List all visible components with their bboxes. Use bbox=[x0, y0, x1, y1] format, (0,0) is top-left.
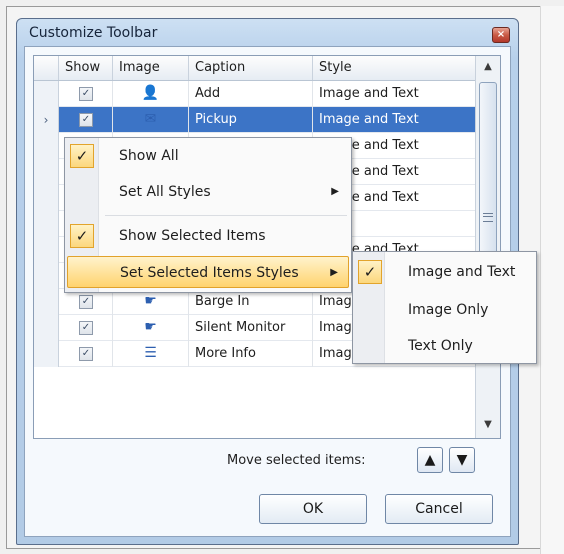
style-cell[interactable]: Image and Text bbox=[313, 81, 477, 107]
column-header-style[interactable]: Style bbox=[313, 56, 477, 80]
scroll-down-icon[interactable]: ▼ bbox=[476, 414, 500, 436]
show-checkbox[interactable]: ✓ bbox=[79, 321, 93, 335]
column-header-caption[interactable]: Caption bbox=[189, 56, 313, 80]
background-pane bbox=[540, 6, 564, 554]
styles-submenu: ✓ Image and Text Image Only Text Only bbox=[352, 251, 537, 364]
caption-cell[interactable]: Silent Monitor bbox=[189, 315, 313, 341]
show-cell[interactable]: ✓ bbox=[59, 81, 113, 107]
header-indicator-cell bbox=[34, 56, 59, 80]
caption-cell[interactable]: Pickup bbox=[189, 107, 313, 133]
show-cell[interactable]: ✓ bbox=[59, 315, 113, 341]
submenu-item-text-only[interactable]: Text Only bbox=[355, 330, 534, 362]
submenu-item-image-only[interactable]: Image Only bbox=[355, 294, 534, 326]
ok-button[interactable]: OK bbox=[259, 494, 367, 524]
grip-icon bbox=[483, 213, 493, 222]
show-cell[interactable]: ✓ bbox=[59, 341, 113, 367]
more-info-icon: ☰ bbox=[144, 345, 157, 361]
column-header-show[interactable]: Show bbox=[59, 56, 113, 80]
show-cell[interactable]: ✓ bbox=[59, 107, 113, 133]
column-header-image[interactable]: Image bbox=[113, 56, 189, 80]
arrow-up-icon: ▲ bbox=[424, 452, 436, 468]
barge-in-icon: ☛ bbox=[144, 293, 157, 309]
submenu-item-label: Image Only bbox=[408, 302, 489, 318]
menu-item-show-selected-items[interactable]: ✓ Show Selected Items bbox=[67, 220, 349, 252]
menu-item-label: Set All Styles bbox=[119, 184, 211, 200]
table-row[interactable]: › ✓ ✉ Pickup Image and Text bbox=[34, 107, 477, 133]
row-indicator[interactable] bbox=[34, 185, 59, 211]
row-indicator[interactable] bbox=[34, 81, 59, 107]
menu-item-set-selected-items-styles[interactable]: Set Selected Items Styles ▶ bbox=[67, 256, 349, 288]
show-checkbox[interactable]: ✓ bbox=[79, 295, 93, 309]
row-indicator[interactable] bbox=[34, 237, 59, 263]
checkmark-icon: ✓ bbox=[70, 144, 94, 168]
close-icon: × bbox=[496, 29, 506, 40]
dialog-titlebar[interactable]: Customize Toolbar × bbox=[17, 19, 518, 47]
row-indicator[interactable] bbox=[34, 289, 59, 315]
menu-item-label: Set Selected Items Styles bbox=[120, 265, 299, 281]
table-row[interactable]: ✓ 👤 Add Image and Text bbox=[34, 81, 477, 107]
show-checkbox[interactable]: ✓ bbox=[79, 113, 93, 127]
checkmark-icon: ✓ bbox=[70, 224, 94, 248]
arrow-down-icon: ▼ bbox=[456, 452, 468, 468]
submenu-arrow-icon: ▶ bbox=[331, 186, 339, 197]
image-cell: ☛ bbox=[113, 315, 189, 341]
menu-item-set-all-styles[interactable]: Set All Styles ▶ bbox=[67, 176, 349, 208]
row-indicator[interactable] bbox=[34, 263, 59, 289]
submenu-item-label: Image and Text bbox=[408, 264, 516, 280]
pickup-icon: ✉ bbox=[144, 111, 157, 127]
scroll-up-icon[interactable]: ▲ bbox=[476, 56, 500, 78]
menu-separator bbox=[105, 215, 347, 216]
row-indicator[interactable] bbox=[34, 341, 59, 367]
show-checkbox[interactable]: ✓ bbox=[79, 347, 93, 361]
caption-cell[interactable]: More Info bbox=[189, 341, 313, 367]
row-indicator[interactable] bbox=[34, 211, 59, 237]
image-cell: ☰ bbox=[113, 341, 189, 367]
close-button[interactable]: × bbox=[492, 27, 510, 43]
style-cell[interactable]: Image and Text bbox=[313, 107, 477, 133]
submenu-arrow-icon: ▶ bbox=[330, 267, 338, 278]
submenu-item-image-and-text[interactable]: ✓ Image and Text bbox=[355, 256, 534, 288]
row-indicator[interactable] bbox=[34, 133, 59, 159]
menu-item-label: Show Selected Items bbox=[119, 228, 266, 244]
grid-header: Show Image Caption Style bbox=[34, 56, 477, 81]
image-cell: ✉ bbox=[113, 107, 189, 133]
move-selected-items-label: Move selected items: bbox=[227, 453, 366, 468]
context-menu: ✓ Show All Set All Styles ▶ ✓ Show Selec… bbox=[64, 137, 352, 293]
row-indicator[interactable] bbox=[34, 159, 59, 185]
move-down-button[interactable]: ▼ bbox=[449, 447, 475, 473]
image-cell: 👤 bbox=[113, 81, 189, 107]
silent-monitor-icon: ☛ bbox=[144, 319, 157, 335]
menu-item-show-all[interactable]: ✓ Show All bbox=[67, 140, 349, 172]
add-user-icon: 👤 bbox=[141, 85, 160, 101]
menu-item-label: Show All bbox=[119, 148, 179, 164]
row-indicator[interactable] bbox=[34, 315, 59, 341]
dialog-title: Customize Toolbar bbox=[29, 25, 158, 41]
move-up-button[interactable]: ▲ bbox=[417, 447, 443, 473]
row-indicator[interactable]: › bbox=[34, 107, 59, 133]
show-checkbox[interactable]: ✓ bbox=[79, 87, 93, 101]
cancel-button[interactable]: Cancel bbox=[385, 494, 493, 524]
vertical-scrollbar[interactable]: ▲ ▼ bbox=[475, 56, 500, 438]
caption-cell[interactable]: Add bbox=[189, 81, 313, 107]
submenu-item-label: Text Only bbox=[408, 338, 473, 354]
checkmark-icon: ✓ bbox=[358, 260, 382, 284]
